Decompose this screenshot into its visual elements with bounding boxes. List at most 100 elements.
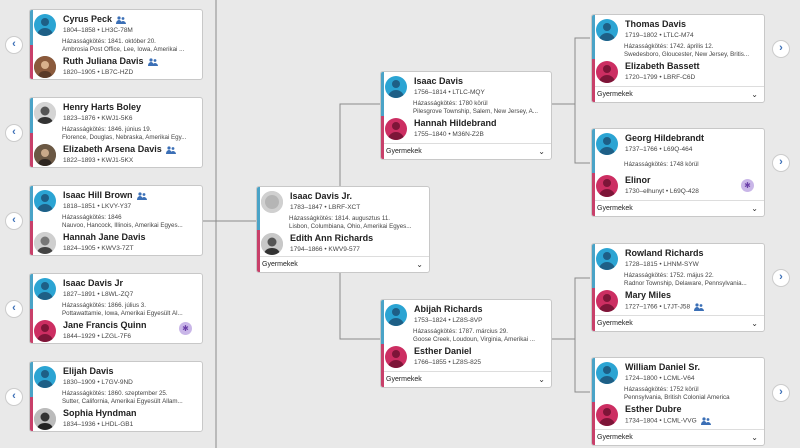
people-icon bbox=[136, 192, 147, 200]
family-card-grandparents-1[interactable]: Thomas Davis 1719–1802 • LTLC-M74 Házass… bbox=[591, 14, 765, 103]
wife-row[interactable]: Elizabeth Arsena Davis 1822–1893 • KWJ1-… bbox=[34, 142, 198, 167]
marriage-date: Házasságkötés: 1866. július 3. bbox=[62, 302, 146, 309]
person-name[interactable]: Ruth Juliana Davis bbox=[63, 56, 158, 66]
children-label: Gyermekek bbox=[597, 320, 633, 327]
expand-left-button-3[interactable]: ‹ bbox=[5, 212, 23, 230]
person-dates: 1844–1929 • LZGL-7F6 bbox=[63, 333, 132, 340]
person-dates: 1730–elhunyt • L69Q-428 bbox=[625, 188, 699, 195]
expand-left-button-2[interactable]: ‹ bbox=[5, 124, 23, 142]
marriage-place: Florence, Douglas, Nebraska, Amerikai Eg… bbox=[62, 134, 187, 141]
male-avatar-icon bbox=[596, 248, 618, 270]
person-name[interactable]: William Daniel Sr. bbox=[625, 362, 700, 372]
children-dropdown[interactable]: Gyermekek ⌄ bbox=[381, 371, 551, 387]
person-name[interactable]: Georg Hildebrandt bbox=[625, 133, 704, 143]
marriage-place: Pennsylvania, British Colonial America bbox=[624, 394, 730, 401]
family-card-focus[interactable]: Isaac Davis Jr. 1783–1847 • LBRF-XCT Ház… bbox=[256, 186, 430, 273]
expand-right-button-2[interactable]: › bbox=[772, 154, 790, 172]
wife-row[interactable]: Jane Francis Quinn 1844–1929 • LZGL-7F6 … bbox=[34, 318, 198, 343]
person-name[interactable]: Isaac Hill Brown bbox=[63, 190, 147, 200]
family-card-left-5[interactable]: Elijah Davis 1830–1909 • L7GV-9ND Házass… bbox=[29, 361, 203, 432]
chevron-down-icon: ⌄ bbox=[416, 260, 423, 269]
people-icon bbox=[694, 303, 705, 311]
person-dates: 1728–1815 • LHNM-SYW bbox=[625, 261, 699, 268]
person-name[interactable]: Abijah Richards bbox=[414, 304, 483, 314]
male-avatar-icon bbox=[34, 278, 56, 300]
marriage-place: Goose Creek, Loudoun, Virginia, Amerikai… bbox=[413, 336, 535, 343]
person-name[interactable]: Cyrus Peck bbox=[63, 14, 127, 24]
person-name[interactable]: Elijah Davis bbox=[63, 366, 114, 376]
person-name[interactable]: Sophia Hyndman bbox=[63, 408, 137, 418]
expand-right-button-1[interactable]: › bbox=[772, 40, 790, 58]
expand-right-button-3[interactable]: › bbox=[772, 269, 790, 287]
male-avatar-icon bbox=[385, 304, 407, 326]
marriage-place: Lisbon, Columbiana, Ohio, Amerikai Egyes… bbox=[289, 223, 412, 230]
marriage-date: Házasságkötés: 1748 körül bbox=[624, 161, 699, 168]
wife-row[interactable]: Ruth Juliana Davis 1820–1905 • LB7C-HZD bbox=[34, 54, 198, 79]
person-name[interactable]: Mary Miles bbox=[625, 290, 671, 300]
person-name[interactable]: Edith Ann Richards bbox=[290, 233, 373, 243]
expand-left-button-1[interactable]: ‹ bbox=[5, 36, 23, 54]
person-name[interactable]: Rowland Richards bbox=[625, 248, 704, 258]
children-label: Gyermekek bbox=[386, 148, 422, 155]
person-dates: 1794–1866 • KWV9-577 bbox=[290, 246, 360, 253]
children-dropdown[interactable]: Gyermekek ⌄ bbox=[592, 200, 764, 216]
person-name[interactable]: Elizabeth Arsena Davis bbox=[63, 144, 176, 154]
temple-icon[interactable]: ✱ bbox=[179, 322, 192, 335]
person-name[interactable]: Esther Daniel bbox=[414, 346, 472, 356]
person-name[interactable]: Jane Francis Quinn bbox=[63, 320, 147, 330]
female-avatar-icon bbox=[596, 61, 618, 83]
family-card-grandparents-3[interactable]: Rowland Richards 1728–1815 • LHNM-SYW Há… bbox=[591, 243, 765, 332]
wife-photo bbox=[34, 232, 56, 254]
female-avatar-icon bbox=[385, 118, 407, 140]
children-label: Gyermekek bbox=[597, 91, 633, 98]
people-icon bbox=[116, 16, 127, 24]
wife-photo bbox=[34, 408, 56, 430]
person-name[interactable]: Hannah Hildebrand bbox=[414, 118, 497, 128]
female-avatar-icon bbox=[596, 175, 618, 197]
family-card-grandparents-4[interactable]: William Daniel Sr. 1724–1800 • LCML-V64 … bbox=[591, 357, 765, 446]
marriage-date: Házasságkötés: 1742. április 12. bbox=[624, 43, 714, 50]
person-dates: 1724–1800 • LCML-V64 bbox=[625, 375, 695, 382]
children-dropdown[interactable]: Gyermekek ⌄ bbox=[381, 143, 551, 159]
family-card-left-4[interactable]: Isaac Davis Jr 1827–1891 • L8WL-ZQ7 Háza… bbox=[29, 273, 203, 344]
temple-icon[interactable]: ✱ bbox=[741, 179, 754, 192]
person-name[interactable]: Elinor bbox=[625, 175, 651, 185]
marriage-date: Házasságkötés: 1846. június 19. bbox=[62, 126, 152, 133]
person-dates: 1727–1766 • L7JT-J58 bbox=[625, 303, 705, 311]
children-dropdown[interactable]: Gyermekek ⌄ bbox=[592, 86, 764, 102]
family-card-left-1[interactable]: Cyrus Peck 1804–1858 • LH3C-78M Házasság… bbox=[29, 9, 203, 80]
person-dates: 1822–1893 • KWJ1-5KX bbox=[63, 157, 134, 164]
expand-left-button-5[interactable]: ‹ bbox=[5, 388, 23, 406]
family-card-parents-2[interactable]: Abijah Richards 1753–1824 • LZ8S-8VP Ház… bbox=[380, 299, 552, 388]
family-card-parents-1[interactable]: Isaac Davis 1756–1814 • LTLC-MQY Házassá… bbox=[380, 71, 552, 160]
person-name[interactable]: Esther Dubre bbox=[625, 404, 682, 414]
family-card-left-2[interactable]: Henry Harts Boley 1823–1876 • KWJ1-5K6 H… bbox=[29, 97, 203, 168]
marriage-place: Ambrosia Post Office, Lee, Iowa, Amerika… bbox=[62, 46, 185, 53]
children-dropdown[interactable]: Gyermekek ⌄ bbox=[592, 315, 764, 331]
person-dates: 1755–1840 • M36N-Z2B bbox=[414, 131, 484, 138]
expand-right-button-4[interactable]: › bbox=[772, 384, 790, 402]
children-dropdown[interactable]: Gyermekek ⌄ bbox=[257, 256, 429, 272]
children-dropdown[interactable]: Gyermekek ⌄ bbox=[592, 429, 764, 445]
person-name[interactable]: Isaac Davis Jr bbox=[63, 278, 123, 288]
marriage-date: Házasságkötés: 1841. október 20. bbox=[62, 38, 156, 45]
marriage-place: Radnor Township, Delaware, Pennsylvania.… bbox=[624, 280, 747, 287]
husband-photo bbox=[34, 102, 56, 124]
expand-left-button-4[interactable]: ‹ bbox=[5, 300, 23, 318]
person-name[interactable]: Hannah Jane Davis bbox=[63, 232, 146, 242]
person-name[interactable]: Elizabeth Bassett bbox=[625, 61, 700, 71]
family-card-grandparents-2[interactable]: Georg Hildebrandt 1737–1766 • L69Q-464 H… bbox=[591, 128, 765, 217]
male-avatar-icon bbox=[385, 76, 407, 98]
female-avatar-icon bbox=[596, 290, 618, 312]
person-dates: 1818–1851 • LKVY-Y37 bbox=[63, 203, 132, 210]
person-name[interactable]: Isaac Davis Jr. bbox=[290, 191, 352, 201]
family-card-left-3[interactable]: Isaac Hill Brown 1818–1851 • LKVY-Y37 Há… bbox=[29, 185, 203, 256]
marriage-date: Házasságkötés: 1814. augusztus 11. bbox=[289, 215, 391, 222]
person-name[interactable]: Isaac Davis bbox=[414, 76, 463, 86]
person-name[interactable]: Henry Harts Boley bbox=[63, 102, 141, 112]
female-avatar-icon bbox=[385, 346, 407, 368]
wife-row[interactable]: Hannah Jane Davis 1824–1905 • KWV3-7ZT bbox=[34, 230, 198, 255]
male-avatar-icon bbox=[596, 133, 618, 155]
person-name[interactable]: Thomas Davis bbox=[625, 19, 686, 29]
wife-row[interactable]: Sophia Hyndman 1834–1936 • LHDL-GB1 bbox=[34, 406, 198, 431]
